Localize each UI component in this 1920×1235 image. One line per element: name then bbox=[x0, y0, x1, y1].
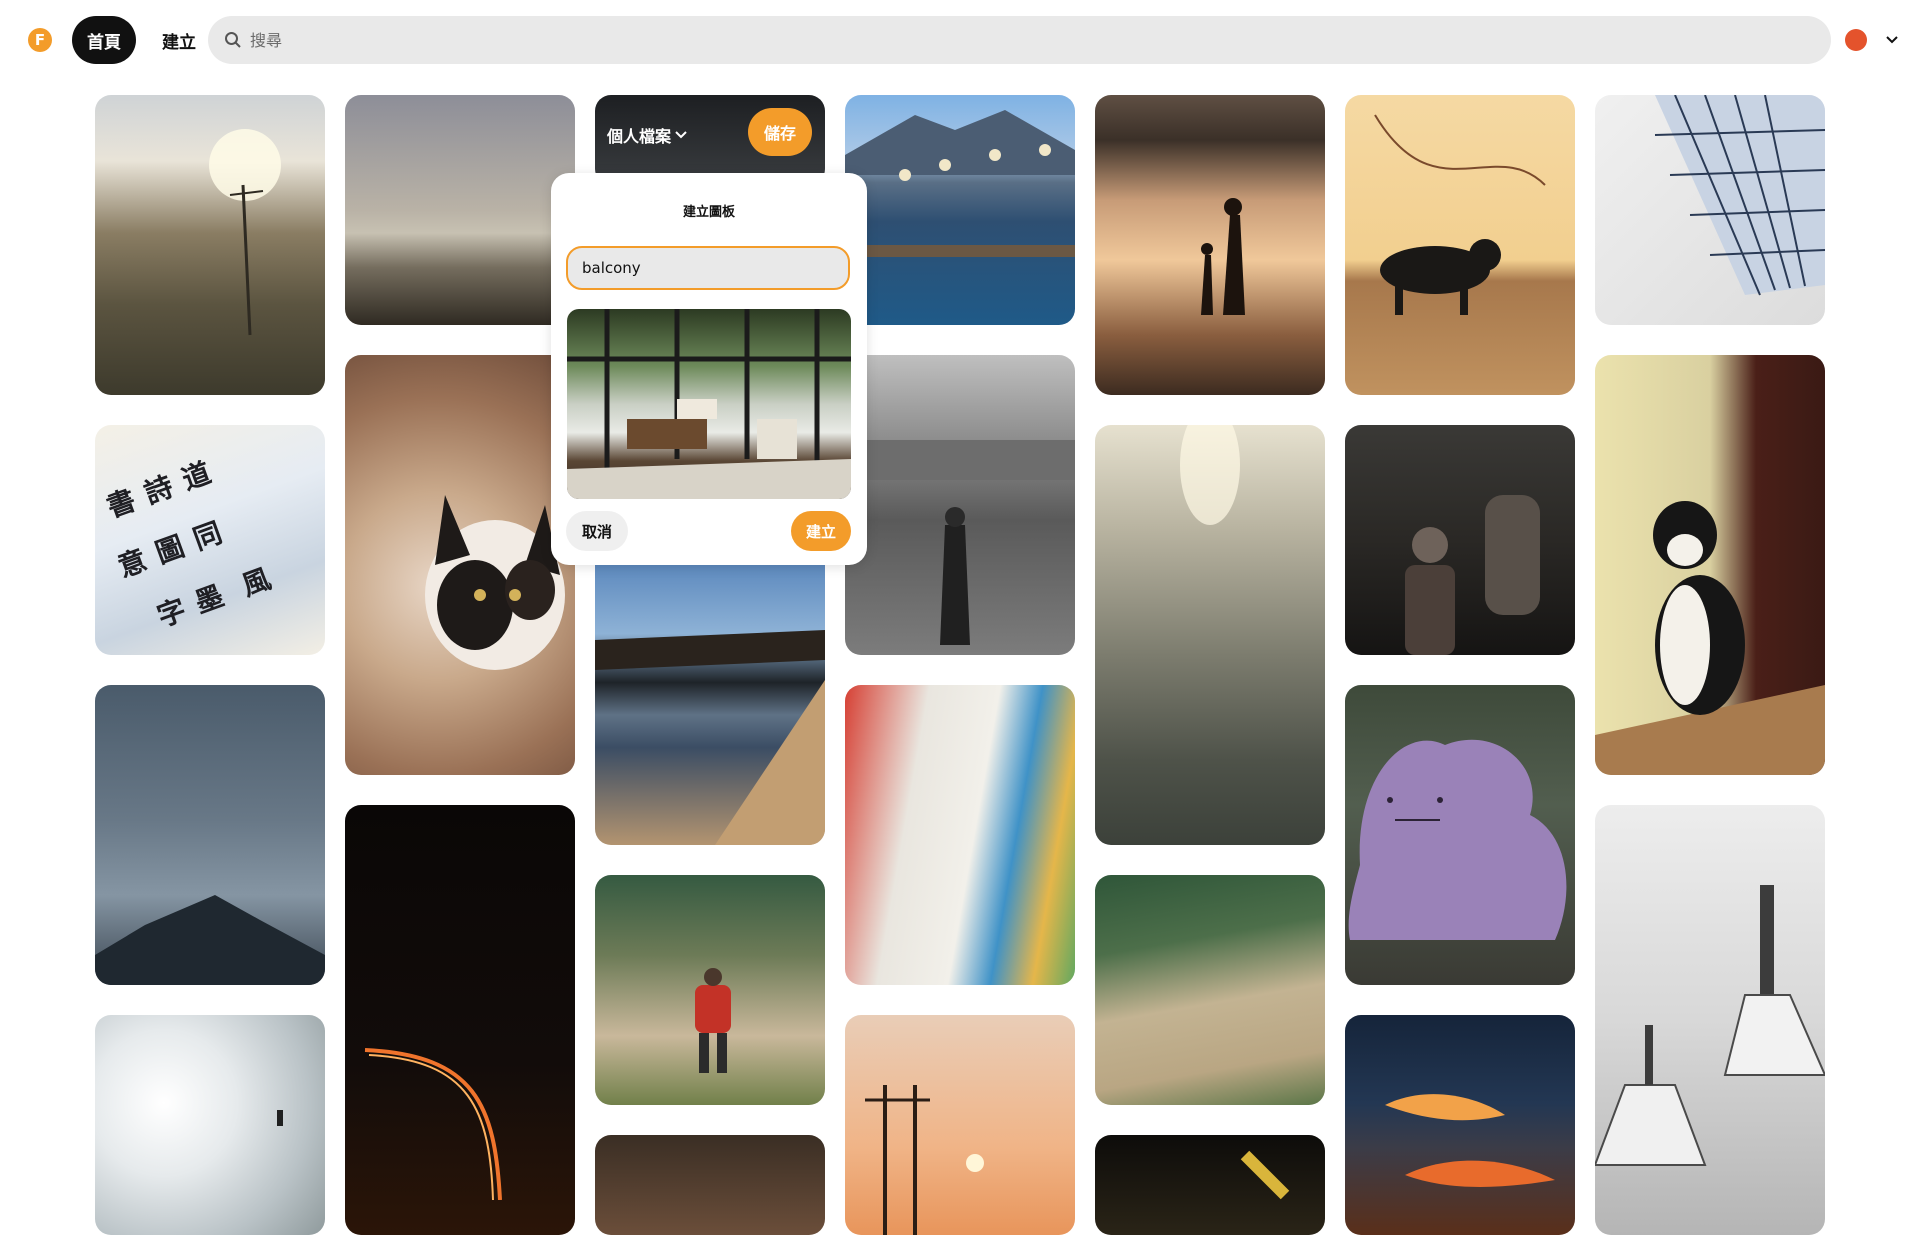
pin-black-cat-deck[interactable] bbox=[1345, 95, 1575, 395]
create-board-popover: 建立圖板 取消 建立 bbox=[551, 173, 867, 565]
pin-rippling-water[interactable] bbox=[1095, 425, 1325, 845]
pin-grid: 書詩道 意圖同 字墨風 bbox=[0, 0, 1920, 1235]
pin-image bbox=[1240, 1150, 1290, 1200]
pin-image bbox=[1348, 739, 1567, 940]
home-tab-label: 首頁 bbox=[87, 32, 121, 53]
pin-night-highway[interactable] bbox=[345, 805, 575, 1235]
pin-hiker-red-jacket[interactable] bbox=[595, 875, 825, 1105]
pin-image bbox=[1374, 114, 1546, 315]
create-board-button[interactable]: 建立 bbox=[791, 511, 851, 551]
pin-cat-doorway[interactable] bbox=[1595, 355, 1825, 775]
create-tab-label: 建立 bbox=[162, 32, 196, 53]
pin-skylight-grid[interactable] bbox=[1595, 95, 1825, 325]
pin-image bbox=[209, 129, 281, 336]
pin-young-monks[interactable] bbox=[1345, 425, 1575, 655]
balcony-preview-image bbox=[567, 309, 851, 499]
svg-text:書: 書 bbox=[102, 483, 140, 524]
pin-partial-dark[interactable] bbox=[595, 1135, 825, 1235]
pin-partial-night-sign[interactable] bbox=[1095, 1135, 1325, 1235]
search-icon bbox=[222, 29, 244, 51]
pin-alpine-slope[interactable] bbox=[1095, 875, 1325, 1105]
svg-text:道: 道 bbox=[178, 456, 216, 497]
pin-snowy-hillside[interactable] bbox=[95, 1015, 325, 1235]
pin-prayer-flags[interactable] bbox=[845, 685, 1075, 985]
pin-image bbox=[865, 1085, 984, 1235]
chevron-down-icon[interactable] bbox=[1880, 28, 1904, 52]
save-button-label: 儲存 bbox=[763, 124, 796, 143]
pin-image bbox=[1201, 198, 1245, 315]
pin-calligraphy-scrolls[interactable]: 書詩道 意圖同 字墨風 bbox=[95, 425, 325, 655]
pin-calico-cat[interactable] bbox=[345, 355, 575, 775]
board-selector-label: 個人檔案 bbox=[607, 127, 672, 146]
pin-purple-blob-toy[interactable] bbox=[1345, 685, 1575, 985]
app-logo[interactable]: F bbox=[28, 28, 52, 52]
pin-image bbox=[277, 1110, 283, 1126]
chevron-down-icon bbox=[675, 131, 687, 139]
search-input[interactable] bbox=[248, 19, 1752, 61]
board-name-input[interactable] bbox=[566, 246, 850, 290]
pin-monk-plaza[interactable] bbox=[845, 355, 1075, 655]
pin-image bbox=[425, 495, 565, 670]
svg-text:風: 風 bbox=[237, 562, 275, 603]
board-cover-preview bbox=[567, 309, 851, 499]
svg-text:字: 字 bbox=[153, 593, 191, 634]
pin-hover-overlay: 個人檔案 儲存 bbox=[595, 95, 825, 156]
cancel-button[interactable]: 取消 bbox=[566, 511, 628, 551]
pin-image bbox=[595, 630, 825, 845]
pin-image bbox=[1385, 1094, 1555, 1187]
pin-image bbox=[95, 895, 325, 985]
pin-image bbox=[845, 440, 1075, 645]
pin-hillside-sun[interactable] bbox=[95, 95, 325, 395]
pin-image bbox=[1595, 885, 1825, 1166]
pin-white-stupas[interactable] bbox=[1595, 805, 1825, 1235]
pin-harbor-lanterns[interactable] bbox=[845, 95, 1075, 325]
pin-sunset-clouds[interactable] bbox=[1345, 1015, 1575, 1235]
board-selector[interactable]: 個人檔案 bbox=[607, 123, 687, 147]
create-board-button-label: 建立 bbox=[805, 522, 836, 541]
top-navigation-bar: F 首頁 建立 bbox=[0, 0, 1920, 80]
search-bar[interactable] bbox=[208, 16, 1831, 64]
svg-text:墨: 墨 bbox=[190, 579, 228, 620]
pin-image bbox=[1595, 501, 1825, 775]
logo-letter: F bbox=[34, 31, 46, 49]
pin-image: 書詩道 意圖同 字墨風 bbox=[102, 456, 275, 634]
home-tab[interactable]: 首頁 bbox=[72, 16, 136, 64]
pin-image bbox=[1405, 495, 1540, 655]
pin-image bbox=[695, 968, 731, 1073]
pin-image bbox=[1654, 95, 1825, 296]
svg-text:意: 意 bbox=[114, 543, 152, 584]
cancel-button-label: 取消 bbox=[581, 522, 612, 541]
create-tab[interactable]: 建立 bbox=[150, 16, 208, 64]
pin-image bbox=[364, 1048, 502, 1201]
save-button[interactable]: 儲存 bbox=[748, 108, 812, 156]
user-avatar[interactable] bbox=[1845, 29, 1867, 51]
pin-misty-mountain[interactable] bbox=[95, 685, 325, 985]
pin-image bbox=[845, 110, 1075, 257]
pin-lakeside-town[interactable] bbox=[595, 520, 825, 845]
pin-power-lines-sunset[interactable] bbox=[845, 1015, 1075, 1235]
svg-text:同: 同 bbox=[189, 516, 227, 557]
popover-title: 建立圖板 bbox=[682, 205, 735, 220]
svg-text:圖: 圖 bbox=[151, 529, 189, 570]
pin-sea-horizon[interactable] bbox=[345, 95, 575, 325]
pin-image bbox=[1180, 425, 1240, 525]
svg-text:詩: 詩 bbox=[140, 470, 178, 511]
pin-silhouettes-water[interactable] bbox=[1095, 95, 1325, 395]
